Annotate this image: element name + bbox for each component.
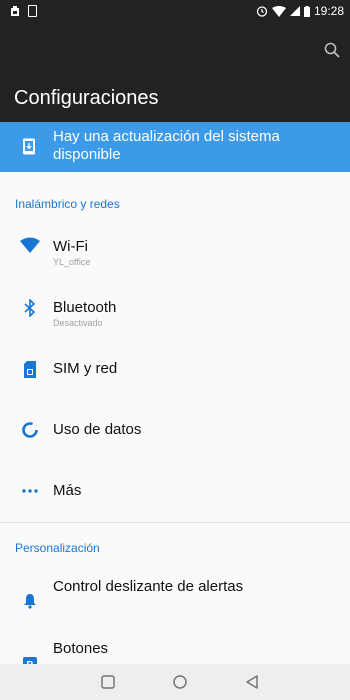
clock: 19:28 bbox=[313, 4, 344, 18]
signal-icon bbox=[289, 6, 300, 16]
system-update-banner[interactable]: Hay una actualización del sistema dispon… bbox=[0, 122, 350, 172]
settings-item-label: Bluetooth bbox=[53, 299, 117, 316]
settings-item-more[interactable]: Más bbox=[0, 460, 350, 520]
battery-icon bbox=[303, 5, 310, 17]
home-icon[interactable] bbox=[170, 672, 190, 692]
settings-item-subtitle: Desactivado bbox=[53, 318, 103, 328]
search-icon[interactable] bbox=[324, 42, 340, 58]
section-header-personalization: Personalización bbox=[15, 541, 100, 555]
more-icon bbox=[20, 481, 40, 501]
back-icon[interactable] bbox=[242, 672, 262, 692]
recents-icon[interactable] bbox=[98, 672, 118, 692]
status-bar: 19:28 bbox=[0, 0, 350, 24]
notification-icon bbox=[11, 6, 19, 16]
settings-item-alert-slider[interactable]: Control deslizante de alertas bbox=[0, 565, 350, 625]
page-title: Configuraciones bbox=[14, 87, 159, 109]
settings-item-label: SIM y red bbox=[53, 360, 118, 377]
settings-item-label: Uso de datos bbox=[53, 421, 142, 438]
data-usage-icon bbox=[20, 420, 40, 440]
wifi-icon bbox=[20, 235, 40, 255]
settings-item-bluetooth[interactable]: Bluetooth Desactivado bbox=[0, 278, 350, 338]
navigation-bar bbox=[0, 664, 350, 700]
app-bar: Configuraciones bbox=[0, 24, 350, 122]
section-divider bbox=[0, 522, 350, 523]
system-update-text: Hay una actualización del sistema dispon… bbox=[53, 128, 280, 163]
settings-item-label: Botones bbox=[53, 640, 109, 657]
settings-item-data-usage[interactable]: Uso de datos bbox=[0, 399, 350, 459]
sim-card-icon bbox=[20, 359, 40, 379]
settings-item-label: Wi-Fi bbox=[53, 238, 88, 255]
sim-icon bbox=[28, 5, 37, 17]
alert-bell-icon bbox=[20, 591, 40, 611]
settings-item-label: Control deslizante de alertas bbox=[53, 578, 244, 595]
wifi-icon bbox=[271, 5, 286, 17]
settings-item-wifi[interactable]: Wi-Fi YL_office bbox=[0, 217, 350, 277]
bluetooth-icon bbox=[20, 298, 40, 318]
settings-item-label: Más bbox=[53, 482, 82, 499]
system-update-icon bbox=[23, 138, 35, 155]
alarm-icon bbox=[256, 6, 268, 17]
settings-item-subtitle: YL_office bbox=[53, 257, 91, 267]
section-header-wireless: Inalámbrico y redes bbox=[15, 197, 120, 211]
settings-item-sim[interactable]: SIM y red bbox=[0, 338, 350, 398]
